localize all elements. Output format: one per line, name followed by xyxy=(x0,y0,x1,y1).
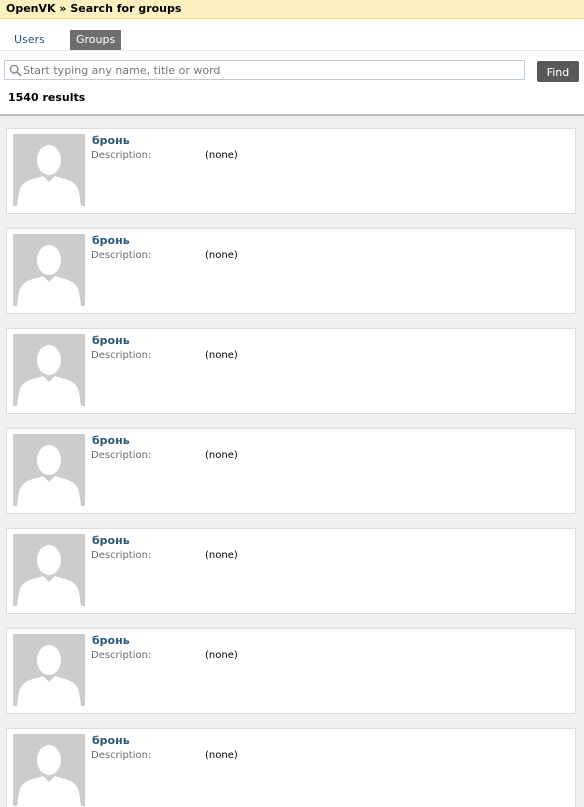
search-box[interactable] xyxy=(4,60,525,80)
group-name-link[interactable]: бронь xyxy=(92,634,130,647)
default-avatar-icon[interactable] xyxy=(13,534,85,606)
description-value: (none) xyxy=(205,650,238,661)
header-bar: OpenVK » Search for groups xyxy=(0,0,584,19)
results-count: 1540 results xyxy=(8,91,86,104)
results-list: бронь Description: (none) бронь Descript… xyxy=(0,116,584,807)
search-icon xyxy=(9,64,22,77)
group-name-link[interactable]: бронь xyxy=(92,734,130,747)
group-card: бронь Description: (none) xyxy=(6,628,576,714)
default-avatar-icon[interactable] xyxy=(13,234,85,306)
description-label: Description: xyxy=(91,650,152,661)
search-input[interactable] xyxy=(23,62,518,78)
default-avatar-icon[interactable] xyxy=(13,634,85,706)
group-name-link[interactable]: бронь xyxy=(92,234,130,247)
group-card: бронь Description: (none) xyxy=(6,728,576,807)
description-value: (none) xyxy=(205,750,238,761)
description-label: Description: xyxy=(91,750,152,761)
tab-bar: Users Groups xyxy=(0,30,584,51)
default-avatar-icon[interactable] xyxy=(13,734,85,806)
group-card: бронь Description: (none) xyxy=(6,528,576,614)
find-button[interactable]: Find xyxy=(537,61,579,82)
group-name-link[interactable]: бронь xyxy=(92,534,130,547)
tab-users[interactable]: Users xyxy=(8,30,51,50)
description-value: (none) xyxy=(205,150,238,161)
default-avatar-icon[interactable] xyxy=(13,334,85,406)
breadcrumb: OpenVK » Search for groups xyxy=(6,2,182,15)
description-label: Description: xyxy=(91,250,152,261)
tab-groups[interactable]: Groups xyxy=(70,30,122,50)
default-avatar-icon[interactable] xyxy=(13,134,85,206)
group-card: бронь Description: (none) xyxy=(6,128,576,214)
group-card: бронь Description: (none) xyxy=(6,328,576,414)
description-value: (none) xyxy=(205,350,238,361)
group-name-link[interactable]: бронь xyxy=(92,434,130,447)
group-name-link[interactable]: бронь xyxy=(92,134,130,147)
description-label: Description: xyxy=(91,550,152,561)
group-card: бронь Description: (none) xyxy=(6,428,576,514)
default-avatar-icon[interactable] xyxy=(13,434,85,506)
description-label: Description: xyxy=(91,350,152,361)
description-value: (none) xyxy=(205,250,238,261)
group-name-link[interactable]: бронь xyxy=(92,334,130,347)
description-label: Description: xyxy=(91,150,152,161)
description-value: (none) xyxy=(205,450,238,461)
tab-divider xyxy=(0,50,584,51)
description-label: Description: xyxy=(91,450,152,461)
group-card: бронь Description: (none) xyxy=(6,228,576,314)
description-value: (none) xyxy=(205,550,238,561)
